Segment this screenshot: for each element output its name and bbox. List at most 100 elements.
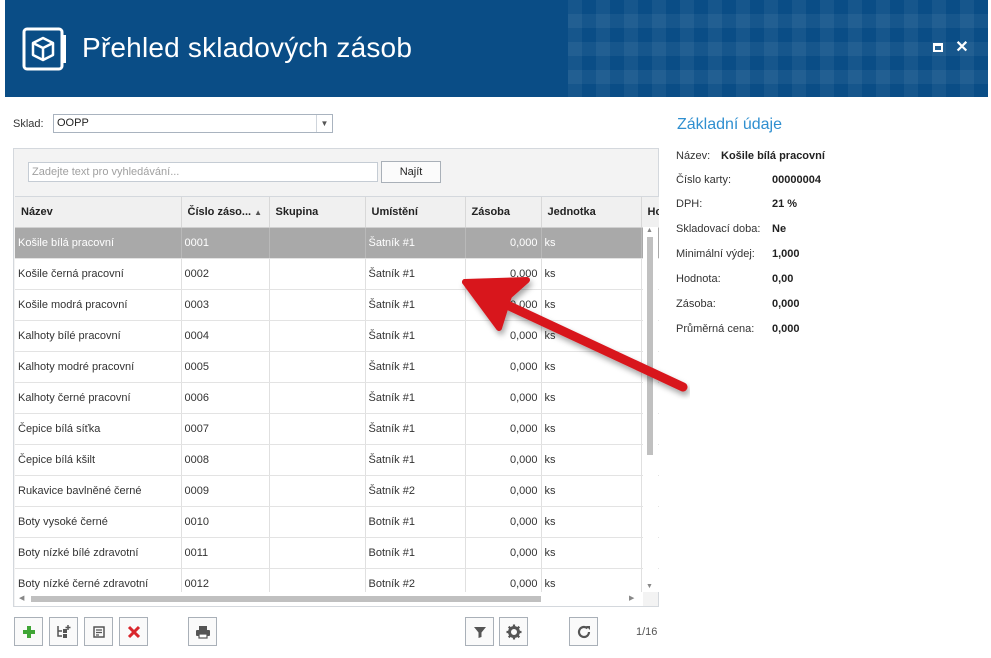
- cell-jednotka: ks: [541, 320, 642, 352]
- cell-skupina: [269, 413, 366, 445]
- col-header-label: Číslo záso...: [187, 205, 252, 218]
- cell-zasoba: 0,000: [465, 289, 542, 321]
- chevron-down-icon[interactable]: ▼: [316, 115, 332, 132]
- table-row[interactable]: Boty vysoké černé 0010 Botník #1 0,000 ks: [15, 506, 659, 538]
- cell-umisteni: Botník #2: [365, 568, 466, 592]
- col-header-hodnota[interactable]: Ho: [641, 197, 659, 228]
- cell-jednotka: ks: [541, 413, 642, 445]
- cell-jednotka: ks: [541, 289, 642, 321]
- add-icon: [22, 625, 35, 638]
- delete-button[interactable]: [119, 617, 148, 646]
- add-child-button[interactable]: [49, 617, 78, 646]
- add-child-icon: [56, 624, 70, 638]
- horizontal-scrollbar[interactable]: ◀ ▶: [15, 592, 643, 606]
- cell-zasoba: 0,000: [465, 227, 542, 259]
- cell-nazev: Košile černá pracovní: [15, 258, 182, 290]
- settings-icon: [506, 624, 521, 639]
- pager: 1/16: [636, 626, 658, 638]
- col-header-jednotka[interactable]: Jednotka: [541, 197, 642, 228]
- detail-label: Skladovací doba:: [676, 223, 761, 235]
- vertical-scrollbar[interactable]: ▲ ▼: [643, 227, 658, 590]
- table-row[interactable]: Boty nízké bílé zdravotní 0011 Botník #1 0,…: [15, 537, 659, 569]
- cell-nazev: Košile modrá pracovní: [15, 289, 182, 321]
- cell-jednotka: ks: [541, 475, 642, 507]
- table-row[interactable]: Košile modrá pracovní 0003 Šatník #1 0,000 k…: [15, 289, 659, 321]
- cell-cislo: 0002: [181, 258, 270, 290]
- cell-umisteni: Šatník #2: [365, 475, 466, 507]
- items-table: Název Číslo záso... ▲ Skupina Umístění Z…: [15, 196, 659, 592]
- add-button[interactable]: [14, 617, 43, 646]
- detail-value: Ne: [772, 223, 787, 235]
- cell-jednotka: ks: [541, 351, 642, 383]
- search-input[interactable]: [28, 162, 378, 182]
- col-header-skupina[interactable]: Skupina: [269, 197, 366, 228]
- find-button[interactable]: Najít: [381, 161, 441, 183]
- cell-umisteni: Botník #1: [365, 537, 466, 569]
- cell-cislo: 0007: [181, 413, 270, 445]
- warehouse-box-icon: [22, 27, 66, 71]
- cell-nazev: Čepice bílá síťka: [15, 413, 182, 445]
- cell-umisteni: Šatník #1: [365, 444, 466, 476]
- cell-cislo: 0005: [181, 351, 270, 383]
- sklad-value: OOPP: [57, 117, 89, 129]
- cell-jednotka: ks: [541, 382, 642, 414]
- cell-skupina: [269, 351, 366, 383]
- close-button[interactable]: ✕: [954, 40, 970, 56]
- cell-umisteni: Šatník #1: [365, 351, 466, 383]
- edit-icon: [92, 625, 105, 638]
- maximize-button[interactable]: [930, 40, 946, 56]
- cell-cislo: 0009: [181, 475, 270, 507]
- col-header-label: Jednotka: [547, 205, 596, 218]
- table-row[interactable]: Kalhoty černé pracovní 0006 Šatník #1 0,000…: [15, 382, 659, 414]
- refresh-button[interactable]: [569, 617, 598, 646]
- cell-zasoba: 0,000: [465, 382, 542, 414]
- cell-cislo: 0003: [181, 289, 270, 321]
- scroll-down-icon[interactable]: ▼: [646, 583, 653, 590]
- cell-jednotka: ks: [541, 444, 642, 476]
- detail-label: Číslo karty:: [676, 174, 732, 186]
- filter-button[interactable]: [465, 617, 494, 646]
- detail-label: Název:: [676, 150, 711, 162]
- scrollbar-thumb[interactable]: [31, 596, 541, 602]
- scrollbar-thumb[interactable]: [647, 237, 653, 455]
- col-header-zasoba[interactable]: Zásoba: [465, 197, 542, 228]
- table-row[interactable]: Košile černá pracovní 0002 Šatník #1 0,000 k…: [15, 258, 659, 290]
- table-row[interactable]: Čepice bílá kšilt 0008 Šatník #1 0,000 ks: [15, 444, 659, 476]
- scroll-up-icon[interactable]: ▲: [646, 227, 653, 234]
- table-row[interactable]: Boty nízké černé zdravotní 0012 Botník #2 0…: [15, 568, 659, 592]
- col-header-nazev[interactable]: Název: [15, 197, 182, 228]
- cell-zasoba: 0,000: [465, 537, 542, 569]
- cell-nazev: Boty nízké bílé zdravotní: [15, 537, 182, 569]
- print-icon: [195, 625, 210, 639]
- print-button[interactable]: [188, 617, 217, 646]
- cell-cislo: 0004: [181, 320, 270, 352]
- cell-nazev: Boty nízké černé zdravotní: [15, 568, 182, 592]
- cell-cislo: 0011: [181, 537, 270, 569]
- col-header-cislo[interactable]: Číslo záso... ▲: [181, 197, 270, 228]
- cell-skupina: [269, 289, 366, 321]
- cell-jednotka: ks: [541, 227, 642, 259]
- sklad-select[interactable]: OOPP ▼: [53, 114, 333, 133]
- cell-skupina: [269, 568, 366, 592]
- col-header-label: Umístění: [371, 205, 418, 218]
- cell-cislo: 0008: [181, 444, 270, 476]
- scroll-right-icon[interactable]: ▶: [629, 594, 634, 602]
- cell-skupina: [269, 382, 366, 414]
- table-row[interactable]: Čepice bílá síťka 0007 Šatník #1 0,000 ks: [15, 413, 659, 445]
- cell-skupina: [269, 227, 366, 259]
- table-row[interactable]: Košile bílá pracovní 0001 Šatník #1 0,000 ks: [15, 227, 659, 259]
- col-header-label: Skupina: [275, 205, 319, 218]
- table-row[interactable]: Rukavice bavlněné černé 0009 Šatník #2 0,00…: [15, 475, 659, 507]
- col-header-umisteni[interactable]: Umístění: [365, 197, 466, 228]
- settings-button[interactable]: [499, 617, 528, 646]
- scroll-left-icon[interactable]: ◀: [19, 594, 24, 602]
- delete-icon: [127, 625, 140, 638]
- maximize-icon: [933, 43, 943, 52]
- sort-ascending-icon: ▲: [254, 207, 263, 217]
- cell-zasoba: 0,000: [465, 475, 542, 507]
- table-row[interactable]: Kalhoty modré pracovní 0005 Šatník #1 0,000…: [15, 351, 659, 383]
- edit-button[interactable]: [84, 617, 113, 646]
- table-row[interactable]: Kalhoty bílé pracovní 0004 Šatník #1 0,000 k…: [15, 320, 659, 352]
- grid-panel: Najít Název Číslo záso... ▲ Skupina Umís…: [13, 148, 659, 607]
- cell-zasoba: 0,000: [465, 320, 542, 352]
